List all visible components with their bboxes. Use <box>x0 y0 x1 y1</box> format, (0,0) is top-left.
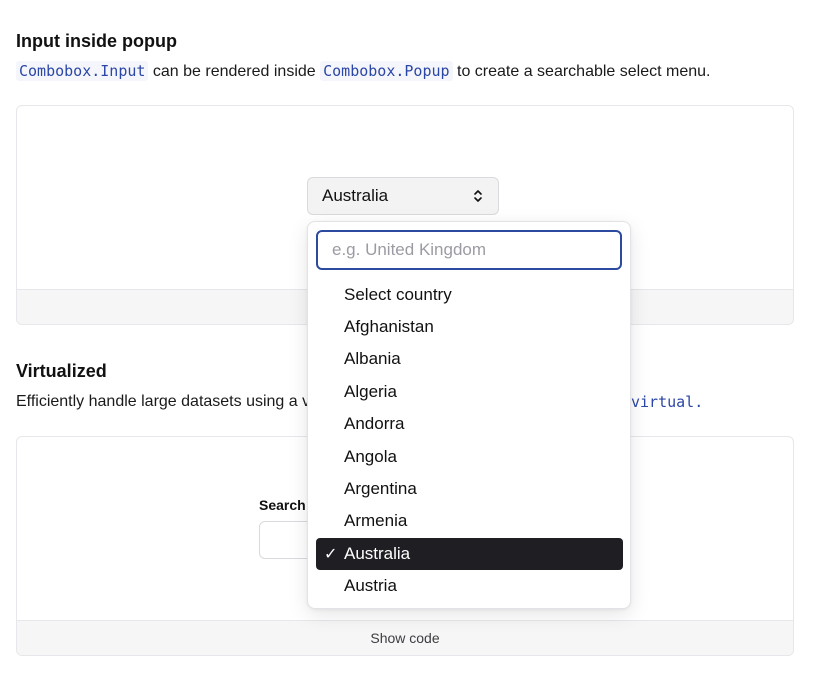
option-armenia[interactable]: Armenia <box>316 505 623 537</box>
option-afghanistan[interactable]: Afghanistan <box>316 311 623 343</box>
option-argentina[interactable]: Argentina <box>316 473 623 505</box>
show-code-label: Show code <box>370 630 440 646</box>
chevrons-up-down-icon <box>472 189 484 203</box>
option-andorra[interactable]: Andorra <box>316 408 623 440</box>
option-label: Albania <box>344 349 401 368</box>
section-description-1: Combobox.Input can be rendered inside Co… <box>16 61 711 81</box>
option-label: Argentina <box>344 479 417 498</box>
section-description-2-code: virtual. <box>631 393 703 412</box>
country-combobox-trigger[interactable]: Australia <box>307 177 499 215</box>
option-label: Austria <box>344 576 397 595</box>
option-austria[interactable]: Austria <box>316 570 623 602</box>
option-albania[interactable]: Albania <box>316 343 623 375</box>
option-select-country[interactable]: Select country <box>316 279 623 311</box>
option-algeria[interactable]: Algeria <box>316 376 623 408</box>
option-label: Algeria <box>344 382 397 401</box>
search-field-label: Search <box>259 497 306 513</box>
section-description-2: Efficiently handle large datasets using … <box>16 393 310 411</box>
code-combobox-popup: Combobox.Popup <box>320 61 453 81</box>
option-label: Select country <box>344 285 452 304</box>
option-angola[interactable]: Angola <box>316 441 623 473</box>
section-heading-input-inside-popup: Input inside popup <box>16 31 177 51</box>
option-label: Andorra <box>344 414 405 433</box>
section-heading-virtualized: Virtualized <box>16 361 107 381</box>
option-australia-selected[interactable]: ✓ Australia <box>316 538 623 570</box>
option-label: Armenia <box>344 511 408 530</box>
check-icon: ✓ <box>324 546 338 563</box>
show-code-button[interactable]: Show code <box>17 620 793 655</box>
description-text-1: can be rendered inside <box>148 63 321 80</box>
trigger-value: Australia <box>322 186 389 205</box>
option-label: Afghanistan <box>344 317 434 336</box>
code-virtual: virtual. <box>631 393 704 411</box>
description-text-2: to create a searchable select menu. <box>452 63 711 80</box>
country-search-input[interactable] <box>316 230 622 270</box>
code-combobox-input: Combobox.Input <box>16 61 149 81</box>
option-label: Angola <box>344 447 397 466</box>
combobox-popup: Select country Afghanistan Albania Alger… <box>307 221 631 609</box>
description-text-virtualized: Efficiently handle large datasets using … <box>16 393 311 410</box>
option-label: Australia <box>344 544 411 563</box>
